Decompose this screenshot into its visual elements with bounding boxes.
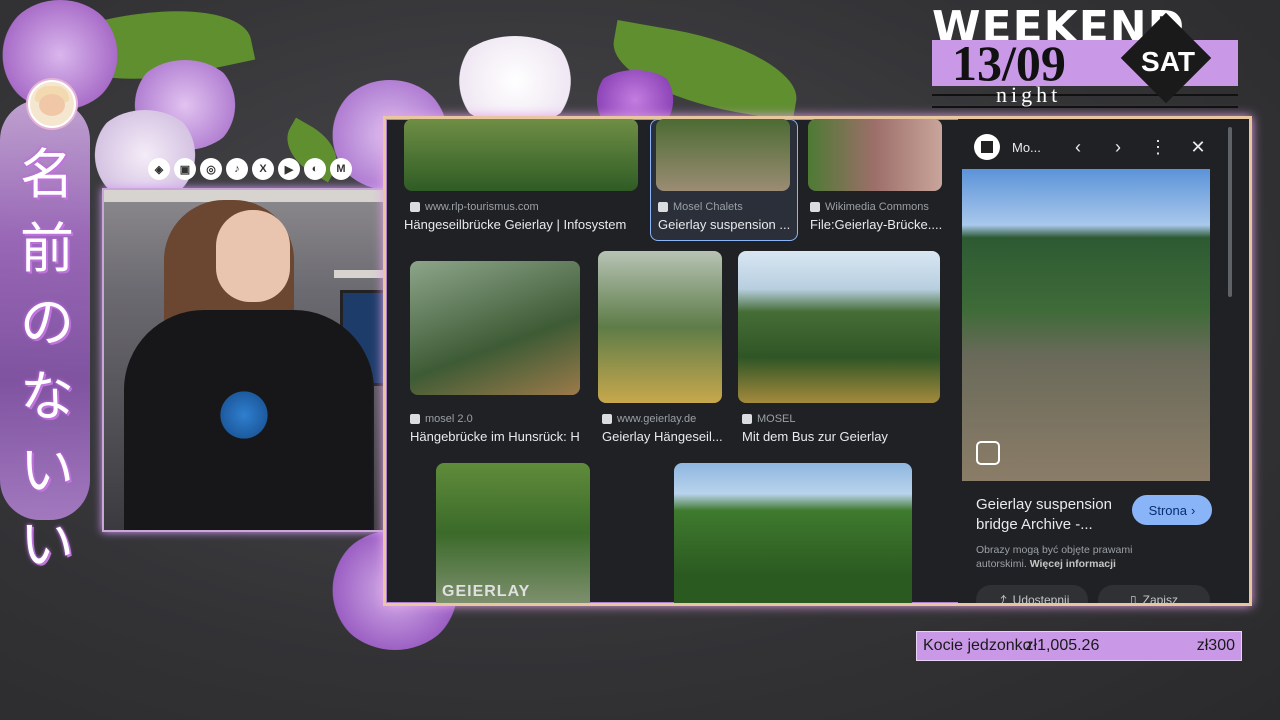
copyright-note: Obrazy mogą być objęte prawami autorskim…: [976, 543, 1176, 571]
result-caption[interactable]: Hängebrücke im Hunsrück: H...: [410, 429, 580, 444]
background-shelf: [104, 190, 410, 202]
save-label: Zapisz: [1142, 593, 1178, 606]
source-label: www.geierlay.de: [617, 413, 697, 425]
source-label: www.rlp-tourismus.com: [425, 201, 539, 213]
result-caption[interactable]: Geierlay suspension ...: [658, 217, 790, 232]
preview-image[interactable]: [962, 169, 1210, 481]
image-result-thumbnail[interactable]: [674, 463, 912, 603]
result-source: MOSEL: [742, 413, 796, 425]
visit-label: Strona: [1148, 502, 1187, 518]
weekend-rule: [932, 94, 1238, 108]
jp-char: の: [20, 291, 74, 354]
preview-title[interactable]: Geierlay suspension bridge Archive -...: [976, 495, 1126, 535]
image-result-thumbnail[interactable]: GEIERLAY: [436, 463, 590, 603]
image-result-thumbnail[interactable]: [410, 261, 580, 395]
visit-site-button[interactable]: Strona ›: [1132, 495, 1212, 525]
result-source: mosel 2.0: [410, 413, 473, 425]
bookmark-icon: ▯: [1130, 593, 1137, 606]
site-favicon-icon: [974, 134, 1000, 160]
mail-icon[interactable]: M: [330, 158, 352, 180]
donation-label: Kocie jedzonko: [923, 637, 1032, 654]
jp-char: い: [20, 439, 74, 502]
preview-toolbar: Mo... ‹ › ⋮ ✕: [974, 131, 1239, 163]
source-label: Mosel Chalets: [673, 201, 743, 213]
jp-char: い: [20, 513, 74, 576]
share-button[interactable]: ⤴ Udostępnij: [976, 585, 1088, 606]
chevron-right-icon[interactable]: ›: [1104, 137, 1132, 158]
favicon-icon: [742, 414, 752, 424]
lens-search-icon[interactable]: [976, 441, 1000, 465]
lilac-flower: [90, 110, 200, 200]
avatar-face: [39, 94, 65, 116]
x-icon[interactable]: X: [252, 158, 274, 180]
image-result-thumbnail[interactable]: [656, 119, 790, 191]
jp-char: 名: [20, 143, 74, 206]
chevron-left-icon[interactable]: ‹: [1064, 137, 1092, 158]
donation-goal: zł300: [1196, 637, 1235, 654]
result-caption[interactable]: Geierlay Hängeseil...: [602, 429, 722, 444]
social-icons: ◈ ▣ ◎ ♪ X ▶ ◐ M: [148, 158, 352, 182]
lilac-flower: [450, 36, 580, 126]
favicon-icon: [410, 414, 420, 424]
jp-char: 前: [20, 217, 74, 280]
discord-icon[interactable]: ◐: [304, 158, 326, 180]
tiktok-icon[interactable]: ♪: [226, 158, 248, 180]
source-label: mosel 2.0: [425, 413, 473, 425]
vertical-japanese-title: 名 前 の な い い: [14, 138, 80, 582]
chevron-right-icon: ›: [1190, 502, 1196, 518]
weekend-day: SAT: [1141, 46, 1195, 77]
close-icon[interactable]: ✕: [1184, 137, 1212, 158]
image-watermark: GEIERLAY: [442, 583, 531, 600]
instagram-icon[interactable]: ◎: [200, 158, 222, 180]
favicon-icon: [410, 202, 420, 212]
share-icon: ⤴: [994, 593, 1007, 606]
result-source: www.geierlay.de: [602, 413, 696, 425]
favicon-icon: [602, 414, 612, 424]
save-button[interactable]: ▯ Zapisz: [1098, 585, 1210, 606]
image-result-thumbnail[interactable]: [738, 251, 940, 403]
result-caption[interactable]: Mit dem Bus zur Geierlay: [742, 429, 942, 444]
weekend-header: WEEKEND 13/09 night SAT: [932, 6, 1240, 108]
result-source: www.rlp-tourismus.com: [410, 201, 539, 213]
source-label: MOSEL: [757, 413, 796, 425]
hoodie-logo: [214, 390, 274, 440]
share-label: Udostępnij: [1012, 593, 1070, 606]
more-options-icon[interactable]: ⋮: [1144, 137, 1172, 158]
image-preview-panel: Mo... ‹ › ⋮ ✕ Geierlay suspension bridge…: [958, 119, 1249, 603]
panel-scrollbar[interactable]: [1228, 127, 1232, 297]
image-result-thumbnail[interactable]: [808, 119, 942, 191]
twitch-icon[interactable]: ▣: [174, 158, 196, 180]
streamer-avatar: [28, 80, 76, 128]
webcam-feed: [102, 188, 412, 532]
favicon-icon: [810, 202, 820, 212]
source-label: Wikimedia Commons: [825, 201, 929, 213]
result-caption[interactable]: File:Geierlay-Brücke....: [810, 217, 942, 232]
site-name[interactable]: Mo...: [1012, 140, 1052, 155]
more-info-link[interactable]: Więcej informacji: [1030, 558, 1116, 570]
weekend-night-label: night: [996, 82, 1062, 107]
favicon-icon: [658, 202, 668, 212]
jp-char: な: [20, 365, 74, 428]
donation-current: zł1,005.26: [1025, 637, 1100, 654]
donation-goal-bar: Kocie jedzonko zł1,005.26 zł300: [916, 631, 1242, 661]
image-result-thumbnail[interactable]: [598, 251, 722, 403]
streamlabs-icon[interactable]: ◈: [148, 158, 170, 180]
image-result-thumbnail[interactable]: [404, 119, 638, 191]
youtube-icon[interactable]: ▶: [278, 158, 300, 180]
result-source: Mosel Chalets: [658, 201, 743, 213]
result-source: Wikimedia Commons: [810, 201, 929, 213]
result-caption[interactable]: Hängeseilbrücke Geierlay | Infosystem: [404, 217, 638, 232]
browser-capture: www.rlp-tourismus.com Hängeseilbrücke Ge…: [383, 116, 1252, 606]
streamer-face: [216, 210, 290, 302]
